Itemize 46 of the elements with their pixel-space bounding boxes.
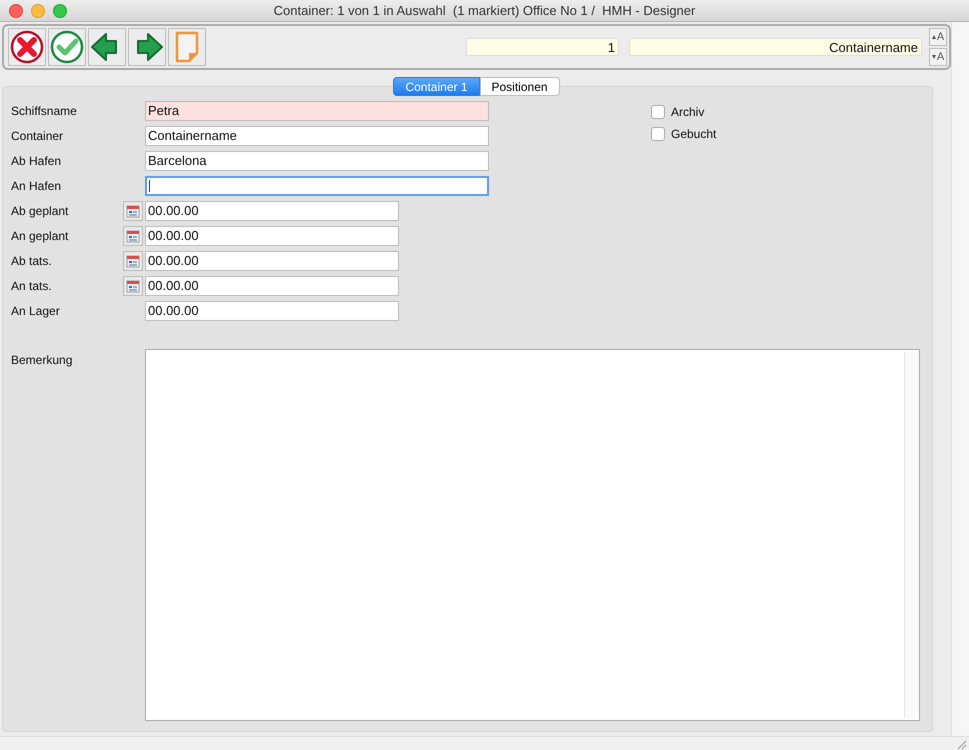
input-field[interactable]: 00.00.00 <box>145 276 399 296</box>
tab[interactable]: Positionen <box>480 77 560 96</box>
record-number-field: 1 <box>466 38 619 56</box>
decrease-text-size-button[interactable]: A <box>929 48 947 66</box>
checkmark-icon <box>50 30 84 64</box>
field-label: Bemerkung <box>11 353 74 367</box>
field-label: An geplant <box>11 229 70 243</box>
resize-grip-icon[interactable] <box>955 738 967 750</box>
calendar-button[interactable] <box>123 226 143 246</box>
down-triangle-icon <box>932 55 936 59</box>
input-field[interactable]: Barcelona <box>145 151 489 171</box>
field-label: An Lager <box>11 304 61 318</box>
previous-button[interactable] <box>88 28 126 66</box>
input-field[interactable]: 00.00.00 <box>145 201 399 221</box>
confirm-button[interactable] <box>48 28 86 66</box>
checkbox-label: Gebucht <box>671 127 716 141</box>
input-field[interactable]: 00.00.00 <box>145 251 399 271</box>
window-title: Container: 1 von 1 in Auswahl (1 markiert) Office No 1 / HMH - Designer <box>274 3 696 18</box>
field-label: An tats. <box>11 279 53 293</box>
close-button[interactable] <box>9 4 23 18</box>
input-field[interactable]: Containername <box>145 126 489 146</box>
up-triangle-icon <box>932 35 936 39</box>
field-label: An Hafen <box>11 179 62 193</box>
calendar-button[interactable] <box>123 201 143 221</box>
input-field[interactable]: Petra <box>145 101 489 121</box>
input-field[interactable] <box>145 176 489 196</box>
checkbox[interactable] <box>651 127 665 141</box>
checkbox[interactable] <box>651 105 665 119</box>
zoom-button[interactable] <box>53 4 67 18</box>
input-field[interactable]: 00.00.00 <box>145 301 399 321</box>
increase-text-size-button[interactable]: A <box>929 28 947 46</box>
field-label: Ab geplant <box>11 204 70 218</box>
record-name-field: Containername <box>629 38 922 56</box>
field-label: Container <box>11 129 64 143</box>
text-cursor <box>149 180 150 192</box>
field-label: Ab tats. <box>11 254 53 268</box>
calendar-button[interactable] <box>123 276 143 296</box>
checkbox-label: Archiv <box>671 105 704 119</box>
cancel-button[interactable] <box>8 28 46 66</box>
next-button[interactable] <box>128 28 166 66</box>
minimize-button[interactable] <box>31 4 45 18</box>
field-label: Ab Hafen <box>11 154 62 168</box>
field-label: Schiffsname <box>11 104 78 118</box>
x-circle-icon <box>10 30 44 64</box>
input-field[interactable]: 00.00.00 <box>145 226 399 246</box>
calendar-button[interactable] <box>123 251 143 271</box>
